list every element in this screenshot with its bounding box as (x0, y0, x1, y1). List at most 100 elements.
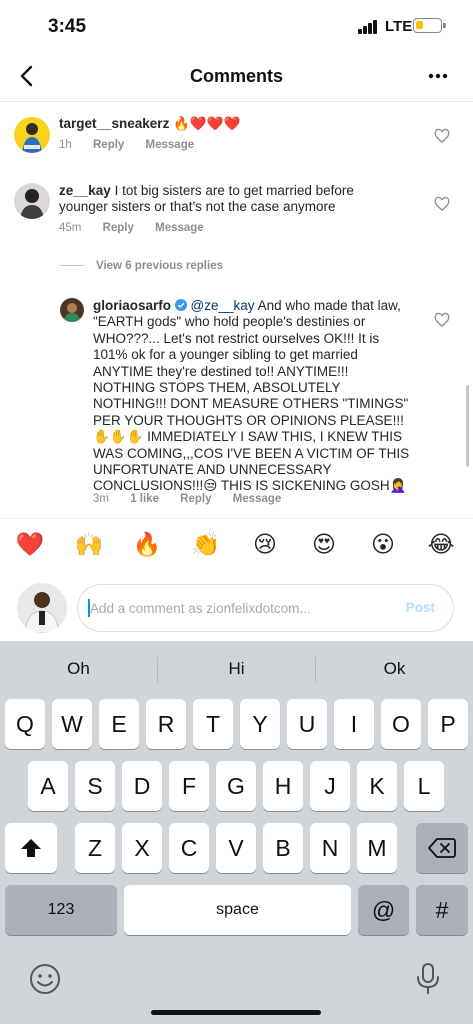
reply-body: And who made that law, "EARTH gods" who … (93, 298, 410, 494)
home-indicator (151, 1010, 321, 1015)
emoji-quick-bar: ❤️ 🙌 🔥 👏 😢 😍 😮 😂 (0, 518, 473, 558)
avatar[interactable] (60, 298, 84, 322)
at-key[interactable]: @ (358, 885, 409, 935)
key-k[interactable]: K (357, 761, 397, 811)
key-w[interactable]: W (52, 699, 92, 749)
emoji-raised-hands[interactable]: 🙌 (73, 531, 105, 558)
key-m[interactable]: M (357, 823, 397, 873)
key-a[interactable]: A (28, 761, 68, 811)
space-key[interactable]: space (124, 885, 351, 935)
microphone-icon[interactable] (411, 961, 445, 995)
emoji-heart[interactable]: ❤️ (14, 531, 46, 558)
keyboard: Oh Hi Ok Q W E R T Y U I O P A S D F G H… (0, 641, 473, 1024)
avatar[interactable] (14, 183, 50, 219)
key-h[interactable]: H (263, 761, 303, 811)
key-n[interactable]: N (310, 823, 350, 873)
comment-input-box[interactable]: Post (77, 584, 454, 632)
comment-composer: Post (0, 580, 473, 640)
key-v[interactable]: V (216, 823, 256, 873)
hash-key[interactable]: # (416, 885, 468, 935)
post-button[interactable]: Post (406, 600, 435, 615)
suggestion-item[interactable]: Hi (158, 659, 315, 679)
comment-input[interactable] (90, 597, 390, 619)
emoji-fire[interactable]: 🔥 (131, 531, 163, 558)
page-title: Comments (189, 66, 283, 86)
more-options-icon[interactable] (424, 62, 452, 90)
status-bar: 3:45 LTE (0, 0, 473, 52)
emoji-clap[interactable]: 👏 (190, 531, 222, 558)
comment-meta: 45m Reply Message (59, 222, 222, 234)
reply-button[interactable]: Reply (103, 222, 134, 234)
emoji-surprised[interactable]: 😮 (367, 531, 399, 558)
comment-username[interactable]: target__sneakerz (59, 116, 169, 131)
suggestion-bar: Oh Hi Ok (0, 641, 473, 693)
reply-username[interactable]: gloriaosarfo (93, 298, 171, 313)
key-g[interactable]: G (216, 761, 256, 811)
comment-text: ze__kay I tot big sisters are to get mar… (59, 183, 399, 216)
scrollbar[interactable] (466, 385, 469, 467)
network-label: LTE (385, 18, 413, 35)
avatar[interactable] (14, 117, 50, 153)
key-l[interactable]: L (404, 761, 444, 811)
key-f[interactable]: F (169, 761, 209, 811)
emoji-keyboard-icon[interactable] (28, 962, 62, 996)
key-x[interactable]: X (122, 823, 162, 873)
verified-badge-icon (174, 299, 187, 311)
message-button[interactable]: Message (155, 222, 204, 234)
message-button[interactable]: Message (146, 139, 195, 151)
comment-meta: 1h Reply Message (59, 139, 212, 151)
key-b[interactable]: B (263, 823, 303, 873)
key-q[interactable]: Q (5, 699, 45, 749)
status-time: 3:45 (48, 16, 87, 37)
key-j[interactable]: J (310, 761, 350, 811)
backspace-key[interactable] (416, 823, 468, 873)
battery-tip (443, 23, 446, 28)
emoji-heart-eyes[interactable]: 😍 (308, 531, 340, 558)
battery-icon (413, 18, 442, 33)
backspace-icon (428, 838, 456, 858)
key-z[interactable]: Z (75, 823, 115, 873)
reply-button[interactable]: Reply (93, 139, 124, 151)
reply-button[interactable]: Reply (180, 493, 211, 505)
comment-time: 45m (59, 222, 82, 234)
reply-time: 3m (93, 493, 109, 505)
key-i[interactable]: I (334, 699, 374, 749)
key-o[interactable]: O (381, 699, 421, 749)
comment-time: 1h (59, 139, 72, 151)
comment-username[interactable]: ze__kay (59, 183, 111, 198)
comment-item: ze__kay I tot big sisters are to get mar… (0, 180, 473, 240)
reply-meta: 3m 1 like Reply Message (93, 493, 299, 505)
divider (60, 265, 84, 267)
key-c[interactable]: C (169, 823, 209, 873)
key-r[interactable]: R (146, 699, 186, 749)
shift-arrow-icon (21, 839, 41, 857)
current-user-avatar (17, 583, 67, 633)
key-y[interactable]: Y (240, 699, 280, 749)
view-previous-replies-button[interactable]: View 6 previous replies (60, 260, 223, 272)
numbers-key[interactable]: 123 (5, 885, 117, 935)
like-heart-icon[interactable] (434, 128, 450, 144)
emoji-laughing[interactable]: 😂 (425, 531, 457, 558)
key-s[interactable]: S (75, 761, 115, 811)
likes-count[interactable]: 1 like (130, 493, 159, 505)
comment-text: target__sneakerz 🔥❤️❤️❤️ (59, 116, 419, 132)
key-p[interactable]: P (428, 699, 468, 749)
key-d[interactable]: D (122, 761, 162, 811)
mention-link[interactable]: @ze__kay (191, 298, 255, 313)
suggestion-item[interactable]: Ok (316, 659, 473, 679)
view-replies-label: View 6 previous replies (96, 260, 223, 272)
suggestion-item[interactable]: Oh (0, 659, 157, 679)
emoji-crying[interactable]: 😢 (249, 531, 281, 558)
reply-item: gloriaosarfo @ze__kay And who made that … (0, 296, 473, 511)
key-t[interactable]: T (193, 699, 233, 749)
message-button[interactable]: Message (233, 493, 282, 505)
header: Comments (0, 52, 473, 102)
comment-body: 🔥❤️❤️❤️ (173, 116, 241, 131)
comment-item: target__sneakerz 🔥❤️❤️❤️ 1h Reply Messag… (0, 112, 473, 172)
like-heart-icon[interactable] (434, 312, 450, 328)
reply-text: gloriaosarfo @ze__kay And who made that … (93, 298, 413, 495)
shift-key[interactable] (5, 823, 57, 873)
like-heart-icon[interactable] (434, 196, 450, 212)
key-e[interactable]: E (99, 699, 139, 749)
key-u[interactable]: U (287, 699, 327, 749)
